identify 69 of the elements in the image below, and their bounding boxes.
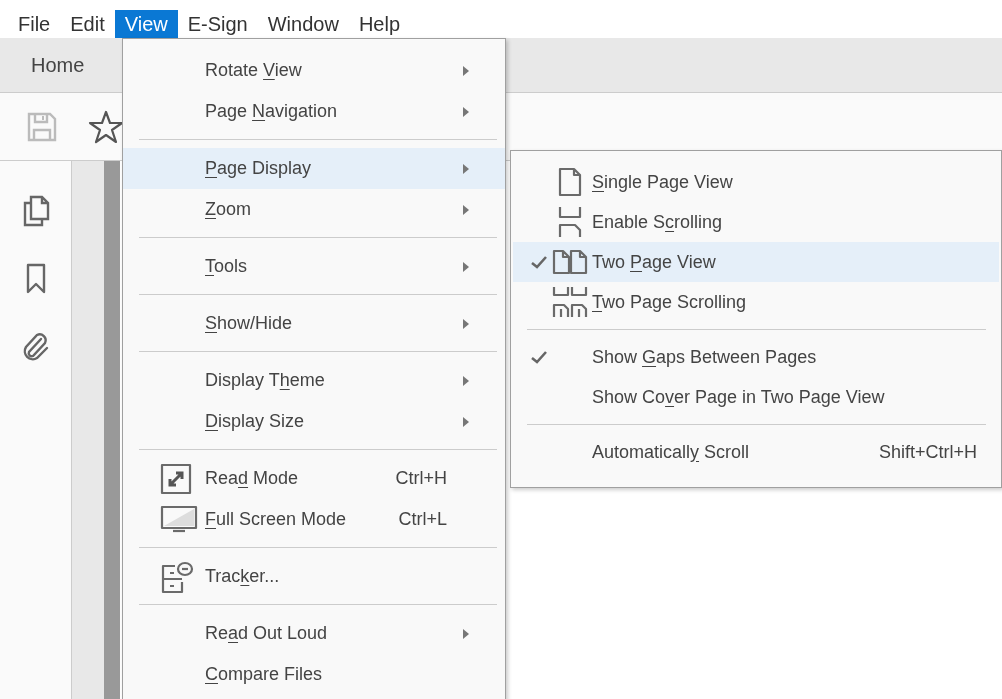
two-pages-icon — [551, 249, 588, 275]
cabinet-with-speech-bubble-icon — [160, 559, 194, 594]
two-scrolling-pages-icon — [551, 285, 588, 319]
submenu-arrow-icon — [463, 65, 469, 76]
submenu-arrow-icon — [463, 628, 469, 639]
shortcut-text: Ctrl+H — [395, 468, 447, 489]
menu-bar-item[interactable]: View — [114, 10, 178, 38]
menu-item-label: Single Page View — [592, 171, 733, 193]
menu-item[interactable]: Two Page View — [513, 242, 999, 282]
menu-item[interactable]: Full Screen Mode Ctrl+L — [123, 499, 505, 540]
menu-bar-item[interactable]: File — [8, 10, 61, 38]
menu-item[interactable]: Display Size — [123, 401, 505, 442]
menu-item-label: Two Page Scrolling — [592, 291, 747, 313]
submenu-arrow-icon — [463, 163, 469, 174]
expand-arrows-icon — [160, 462, 192, 495]
submenu-arrow-icon — [463, 416, 469, 427]
menu-bar-item[interactable]: Edit — [60, 10, 115, 38]
star-icon[interactable] — [88, 109, 124, 144]
menu-item[interactable]: Read Out Loud — [123, 613, 505, 654]
checkmark-icon — [531, 255, 547, 269]
menu-item-label: Show Cover Page in Two Page View — [592, 386, 885, 408]
page-icon — [556, 166, 583, 198]
bookmark-icon[interactable] — [24, 263, 47, 295]
menu-bar-item[interactable]: E-Sign — [177, 10, 258, 38]
menu-item-label: Enable Scrolling — [592, 211, 723, 233]
menu-item-label: Automatically Scroll — [592, 441, 750, 463]
menu-item-label: Tracker... — [205, 566, 280, 587]
menu-item-label: Page Navigation — [205, 101, 338, 122]
menu-item-label: Rotate View — [205, 60, 302, 81]
menu-item[interactable]: Tools — [123, 246, 505, 287]
shortcut-text: Shift+Ctrl+H — [878, 441, 977, 463]
submenu-arrow-icon — [463, 318, 469, 329]
menu-item[interactable]: Compare Files — [123, 654, 505, 695]
checkmark-icon — [531, 350, 547, 364]
menu-item[interactable]: Show/Hide — [123, 303, 505, 344]
pages-icon[interactable] — [21, 195, 50, 227]
shortcut-text: Ctrl+L — [398, 509, 447, 530]
menu-item-label: Page Display — [205, 158, 312, 179]
menu-item[interactable]: Page Display — [123, 148, 505, 189]
submenu-arrow-icon — [463, 204, 469, 215]
menu-item-label: Show Gaps Between Pages — [592, 346, 817, 368]
menu-item-label: Full Screen Mode — [205, 509, 347, 530]
monitor-icon — [160, 504, 198, 535]
menu-item-label: Display Size — [205, 411, 305, 432]
menu-item[interactable]: Two Page Scrolling — [513, 282, 999, 322]
menu-item[interactable]: Single Page View — [513, 162, 999, 202]
tab[interactable]: Home — [20, 47, 96, 83]
menu-item[interactable]: Show Gaps Between Pages — [513, 337, 999, 377]
menu-item[interactable]: Enable Scrolling — [513, 202, 999, 242]
menu-item[interactable]: Automatically Scroll Shift+Ctrl+H — [513, 432, 999, 472]
menu-item[interactable]: Read Mode Ctrl+H — [123, 458, 505, 499]
submenu-arrow-icon — [463, 106, 469, 117]
menu-item-label: Two Page View — [592, 251, 716, 273]
menu-item-label: Show/Hide — [205, 313, 293, 334]
menu-item-label: Read Mode — [205, 468, 299, 489]
menu-item[interactable]: Display Theme — [123, 360, 505, 401]
submenu-arrow-icon — [463, 375, 469, 386]
menu-bar-item[interactable]: Help — [348, 10, 410, 38]
menu-item-label: Zoom — [205, 199, 251, 220]
menu-item-label: Tools — [205, 256, 248, 277]
menu-bar-item[interactable]: Window — [257, 10, 349, 38]
menu-item-label: Read Out Loud — [205, 623, 328, 644]
menu-item[interactable]: Tracker... — [123, 556, 505, 597]
menu-item-label: Compare Files — [205, 664, 323, 685]
menu-item-label: Display Theme — [205, 370, 325, 391]
menu-item[interactable]: Zoom — [123, 189, 505, 230]
menu-item[interactable]: Show Cover Page in Two Page View — [513, 377, 999, 417]
menu-item[interactable]: Rotate View — [123, 50, 505, 91]
submenu-arrow-icon — [463, 261, 469, 272]
